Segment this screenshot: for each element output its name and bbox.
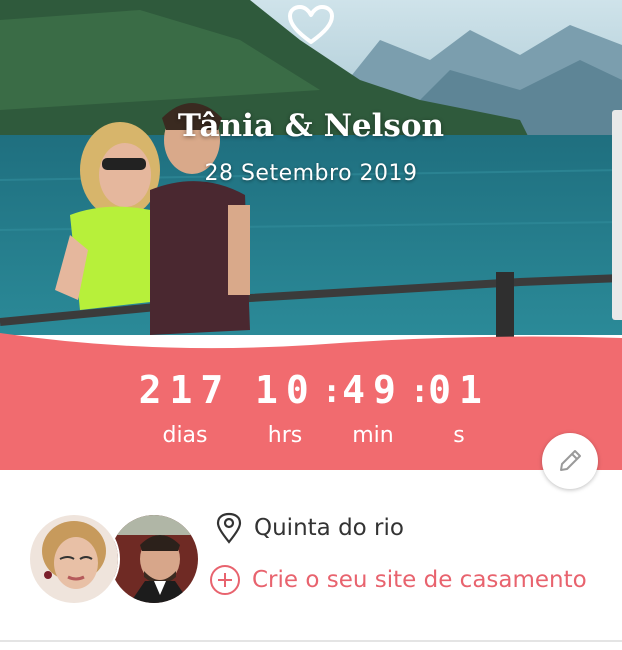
venue-row: Quinta do rio: [216, 512, 404, 544]
divider: [0, 640, 622, 642]
create-site-link[interactable]: Crie o seu site de casamento: [208, 563, 587, 597]
countdown-timer: 217 dias 10 hrs : 49 min : 01 s: [0, 330, 622, 470]
hours-value: 10: [255, 368, 317, 412]
pencil-icon: [560, 450, 581, 471]
countdown-seconds: 01 s: [426, 368, 492, 450]
venue-name: Quinta do rio: [254, 515, 404, 541]
plus-circle-icon: [210, 565, 240, 595]
minutes-label: min: [352, 423, 394, 448]
seconds-value: 01: [428, 368, 490, 412]
couple-names-title: Tânia & Nelson: [177, 108, 445, 144]
countdown-minutes: 49 min: [338, 368, 408, 450]
days-value: 217: [138, 368, 232, 412]
countdown-days: 217 dias: [135, 368, 235, 450]
location-pin-icon: [216, 512, 242, 544]
edit-button[interactable]: [542, 433, 598, 489]
scroll-handle[interactable]: [612, 110, 622, 320]
seconds-label: s: [453, 423, 465, 448]
countdown-hours: 10 hrs: [255, 368, 315, 450]
bride-avatar[interactable]: [28, 513, 120, 605]
days-label: dias: [162, 423, 208, 448]
groom-avatar[interactable]: [108, 513, 200, 605]
create-site-label: Crie o seu site de casamento: [252, 567, 587, 593]
heart-icon: [288, 5, 334, 44]
hours-label: hrs: [267, 423, 303, 448]
wedding-date: 28 Setembro 2019: [204, 161, 418, 186]
minutes-value: 49: [342, 368, 404, 412]
hero-section: Tânia & Nelson 28 Setembro 2019 217 dias…: [0, 0, 622, 470]
